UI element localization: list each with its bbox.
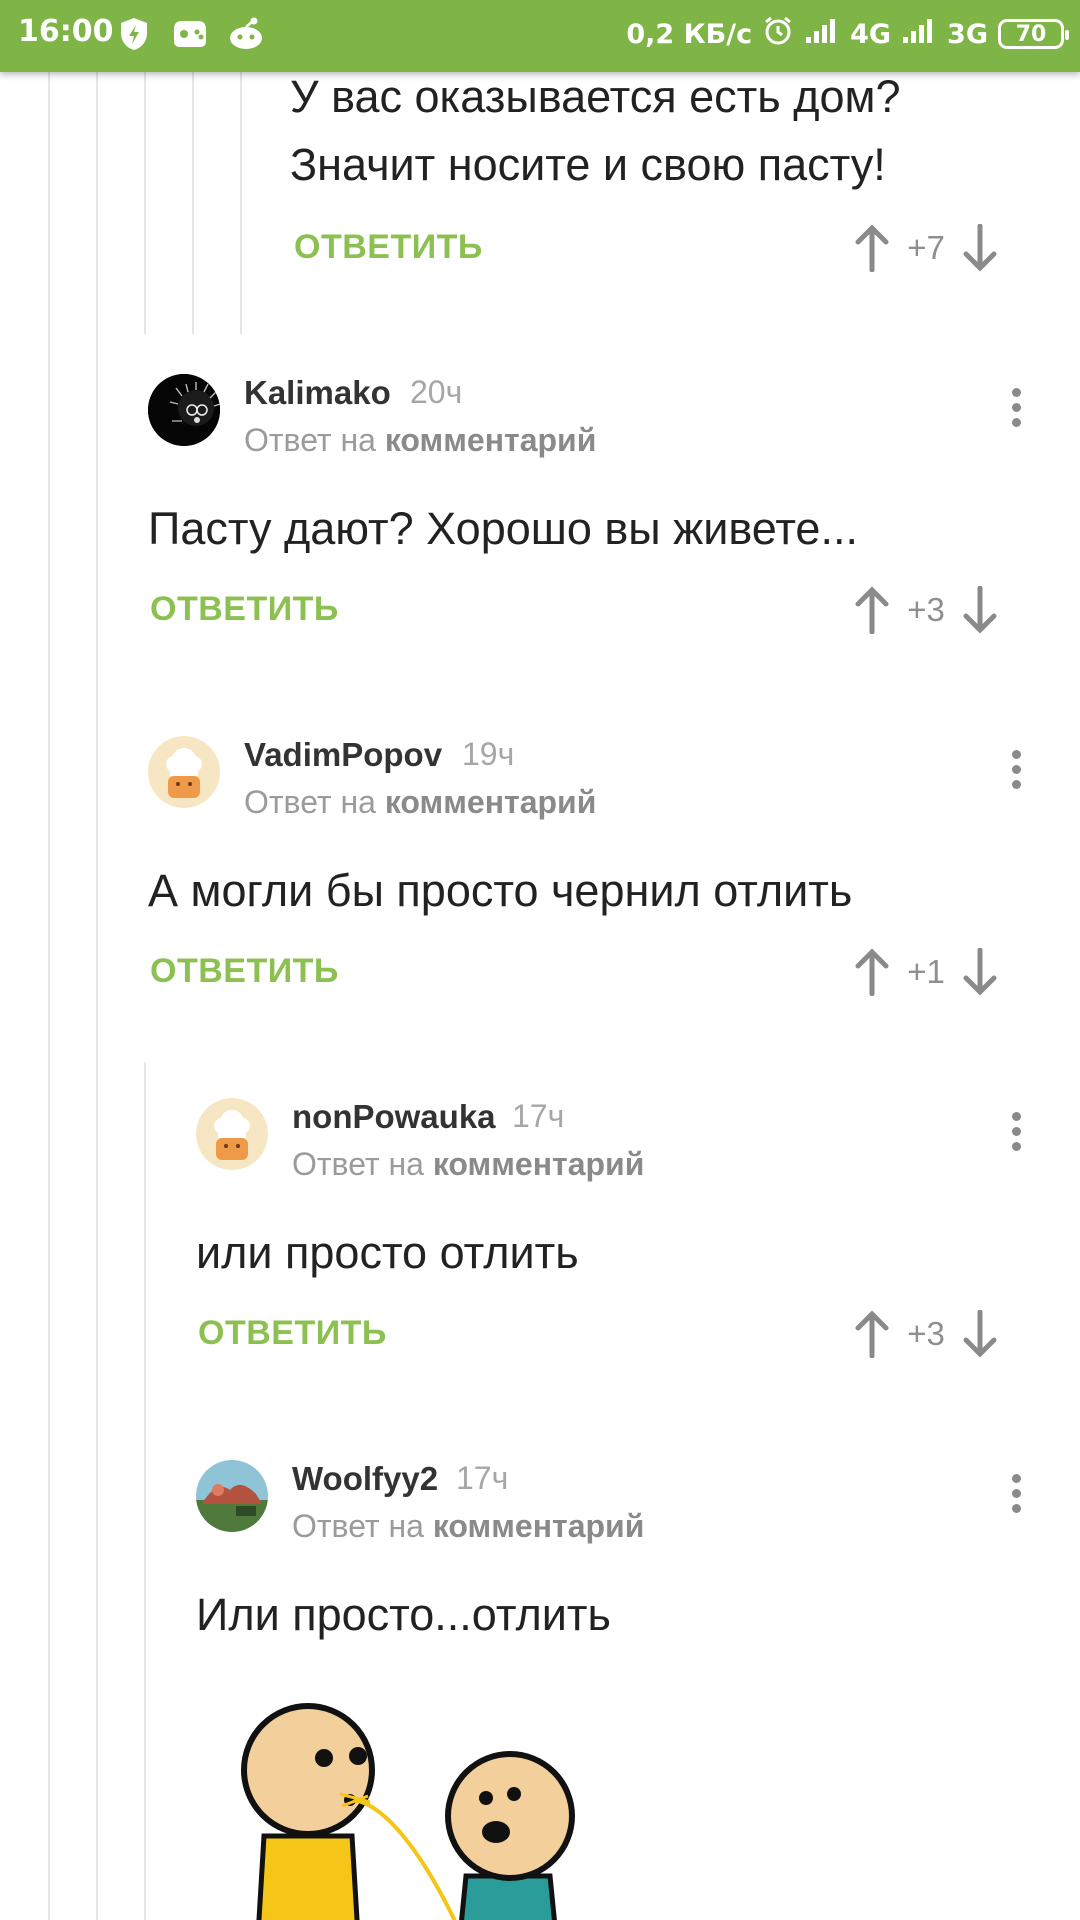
username[interactable]: Woolfyy2 [292, 1460, 438, 1498]
comment-body: А могли бы просто чернил отлить [148, 865, 853, 916]
comment-time: 19ч [462, 736, 515, 772]
hedgehog-avatar-image [148, 374, 220, 446]
avatar[interactable] [148, 374, 220, 446]
status-bar: 16:00 0,2 КБ/с 4G 3G 70 [0, 0, 1080, 72]
cook-avatar-image [196, 1098, 268, 1170]
comment-score: +7 [907, 229, 945, 266]
reply-to-link[interactable]: комментарий [433, 1146, 645, 1182]
reply-button[interactable]: ОТВЕТИТЬ [198, 1314, 387, 1353]
game-icon [170, 14, 210, 54]
cartoon-image [230, 1676, 650, 1920]
reddit-icon [226, 14, 266, 54]
signal-icon [804, 17, 840, 52]
comment-time: 17ч [456, 1460, 509, 1496]
comment: Woolfyy2 17ч Ответ на комментарий Или пр… [0, 1446, 1080, 1920]
reply-to-link[interactable]: комментарий [385, 784, 597, 820]
downvote-icon[interactable] [962, 948, 998, 996]
net-speed: 0,2 КБ/с [626, 18, 753, 50]
username[interactable]: nonPowauka [292, 1098, 496, 1136]
comment-score: +1 [907, 953, 945, 990]
comment-body: Значит носите и свою пасту! [290, 139, 886, 190]
reply-button[interactable]: ОТВЕТИТЬ [150, 952, 339, 991]
comment-body: У вас оказывается есть дом? [290, 71, 901, 122]
reply-button[interactable]: ОТВЕТИТЬ [150, 590, 339, 629]
shield-icon [118, 14, 150, 54]
upvote-icon[interactable] [854, 224, 890, 272]
status-right: 0,2 КБ/с 4G 3G 70 [626, 14, 1069, 54]
reply-to: Ответ на комментарий [292, 1146, 644, 1183]
reply-to: Ответ на комментарий [244, 422, 596, 459]
network-3g: 3G [947, 18, 988, 50]
comment-body: Или просто...отлить [196, 1589, 611, 1640]
network-4g: 4G [850, 18, 892, 50]
avatar[interactable] [196, 1460, 268, 1532]
comment-body: или просто отлить [196, 1227, 579, 1278]
reply-to-prefix: Ответ на [292, 1146, 424, 1182]
status-time: 16:00 [18, 14, 114, 49]
reply-button[interactable]: ОТВЕТИТЬ [294, 228, 483, 267]
reply-to-prefix: Ответ на [292, 1508, 424, 1544]
downvote-icon[interactable] [962, 224, 998, 272]
vote-box: +7 [854, 224, 998, 272]
reply-to: Ответ на комментарий [244, 784, 596, 821]
comment-time: 20ч [410, 374, 463, 410]
comment-score: +3 [907, 1315, 945, 1352]
alarm-icon [762, 15, 794, 54]
reply-to: Ответ на комментарий [292, 1508, 644, 1545]
comment-image[interactable] [230, 1676, 650, 1920]
more-options-icon[interactable] [1004, 744, 1028, 804]
signal-icon-2 [901, 17, 937, 52]
comment: VadimPopov 19ч Ответ на комментарий А мо… [0, 722, 1080, 1022]
more-options-icon[interactable] [1004, 1468, 1028, 1528]
upvote-icon[interactable] [854, 948, 890, 996]
downvote-icon[interactable] [962, 1310, 998, 1358]
more-options-icon[interactable] [1004, 382, 1028, 442]
upvote-icon[interactable] [854, 1310, 890, 1358]
reply-to-prefix: Ответ на [244, 784, 376, 820]
battery-level: 70 [1015, 21, 1047, 47]
username[interactable]: VadimPopov [244, 736, 442, 774]
comment-time: 17ч [512, 1098, 565, 1134]
vote-box: +3 [854, 1310, 998, 1358]
avatar[interactable] [148, 736, 220, 808]
landscape-avatar-image [196, 1460, 268, 1532]
cook-avatar-image [148, 736, 220, 808]
username[interactable]: Kalimako [244, 374, 391, 412]
more-options-icon[interactable] [1004, 1106, 1028, 1166]
reply-to-link[interactable]: комментарий [433, 1508, 645, 1544]
comment: nonPowauka 17ч Ответ на комментарий или … [0, 1084, 1080, 1384]
upvote-icon[interactable] [854, 586, 890, 634]
comment: Kalimako 20ч Ответ на комментарий Пасту … [0, 360, 1080, 660]
battery-icon: 70 [998, 19, 1069, 49]
vote-box: +3 [854, 586, 998, 634]
reply-to-link[interactable]: комментарий [385, 422, 597, 458]
downvote-icon[interactable] [962, 586, 998, 634]
comment-score: +3 [907, 591, 945, 628]
reply-to-prefix: Ответ на [244, 422, 376, 458]
avatar[interactable] [196, 1098, 268, 1170]
comment-body: Пасту дают? Хорошо вы живете... [148, 503, 858, 554]
vote-box: +1 [854, 948, 998, 996]
